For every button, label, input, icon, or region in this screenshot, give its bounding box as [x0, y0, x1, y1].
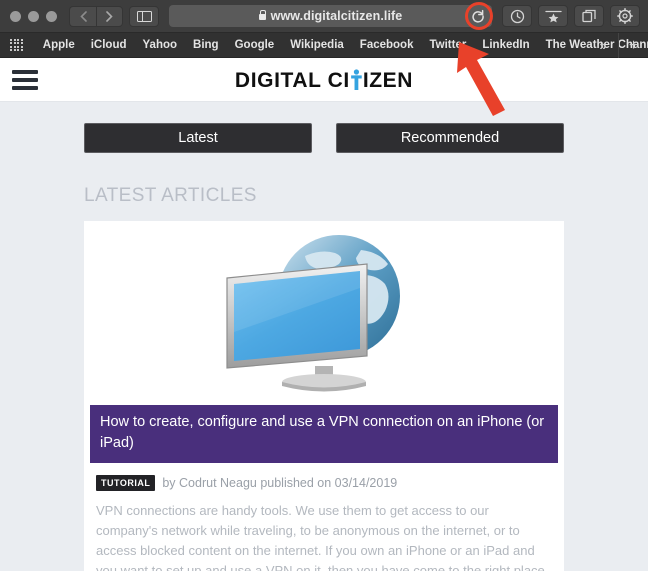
article-meta: TUTORIAL by Codrut Neagu published on 03… [84, 463, 564, 492]
category-tabs: Latest Recommended [84, 102, 564, 153]
article-thumbnail [84, 221, 564, 401]
bookmark-wikipedia[interactable]: Wikipedia [282, 33, 352, 58]
bookmark-google[interactable]: Google [227, 33, 283, 58]
bookmark-linkedin[interactable]: LinkedIn [474, 33, 537, 58]
chevron-right-icon [106, 10, 113, 22]
reading-list-button[interactable] [538, 5, 568, 27]
back-button[interactable] [69, 5, 96, 27]
history-button[interactable] [502, 5, 532, 27]
settings-button[interactable] [610, 5, 640, 27]
bookmark-twitter[interactable]: Twitter [421, 33, 474, 58]
tab-overview-button[interactable] [574, 5, 604, 27]
address-bar[interactable]: www.digitalcitizen.life [169, 2, 493, 30]
lock-icon [258, 10, 267, 20]
history-icon [510, 9, 524, 23]
article-excerpt-text: VPN connections are handy tools. We use … [96, 503, 549, 571]
site-logo[interactable]: DIGITAL CI IZEN [235, 66, 413, 93]
bookmark-apple[interactable]: Apple [35, 33, 83, 58]
bookmarks-overflow-button[interactable]: » [588, 33, 618, 58]
article-excerpt: VPN connections are handy tools. We use … [84, 491, 564, 571]
chevron-left-icon [79, 10, 87, 22]
new-tab-button[interactable]: + [618, 33, 648, 58]
page-content: Latest Recommended LATEST ARTICLES How t… [0, 102, 648, 571]
tab-recommended[interactable]: Recommended [336, 123, 564, 153]
site-header: DIGITAL CI IZEN [0, 58, 648, 102]
article-title[interactable]: How to create, configure and use a VPN c… [90, 405, 558, 464]
tab-latest[interactable]: Latest [84, 123, 312, 153]
toolbar-right-icons [502, 5, 640, 27]
maximize-button[interactable] [46, 10, 57, 22]
bookmarks-bar: Apple iCloud Yahoo Bing Google Wikipedia… [0, 33, 648, 58]
monitor-globe-illustration-icon [226, 235, 400, 392]
bookmark-icloud[interactable]: iCloud [83, 33, 135, 58]
person-glyph-icon [351, 69, 362, 90]
url-text: www.digitalcitizen.life [270, 9, 403, 23]
sidebar-icon [136, 10, 152, 22]
navigation-buttons [69, 5, 123, 27]
window-controls [8, 10, 63, 22]
settings-gear-icon [617, 8, 633, 24]
minimize-button[interactable] [28, 10, 39, 22]
reading-list-icon [544, 10, 562, 23]
close-button[interactable] [10, 10, 21, 22]
logo-text-post: IZEN [362, 69, 414, 92]
bookmark-facebook[interactable]: Facebook [352, 33, 422, 58]
sidebar-toggle-button[interactable] [129, 5, 159, 27]
logo-text-pre: DIGITAL CI [234, 69, 350, 92]
status-badge: TUTORIAL [96, 475, 156, 492]
bookmark-bing[interactable]: Bing [185, 33, 227, 58]
red-circle-highlight [465, 2, 493, 30]
article-byline: by Codrut Neagu published on 03/14/2019 [162, 476, 398, 491]
article-card[interactable]: How to create, configure and use a VPN c… [84, 221, 564, 571]
browser-window: www.digitalcitizen.life Apple iCloud Yah… [0, 0, 648, 571]
section-heading: LATEST ARTICLES [84, 185, 257, 206]
forward-button[interactable] [96, 5, 123, 27]
browser-toolbar: www.digitalcitizen.life [0, 0, 648, 33]
bookmark-yahoo[interactable]: Yahoo [135, 33, 186, 58]
logo-person-figure-icon [350, 66, 363, 93]
apps-grid-icon[interactable] [10, 38, 23, 52]
hamburger-menu-icon[interactable] [12, 69, 38, 90]
tab-overview-icon [581, 9, 596, 23]
